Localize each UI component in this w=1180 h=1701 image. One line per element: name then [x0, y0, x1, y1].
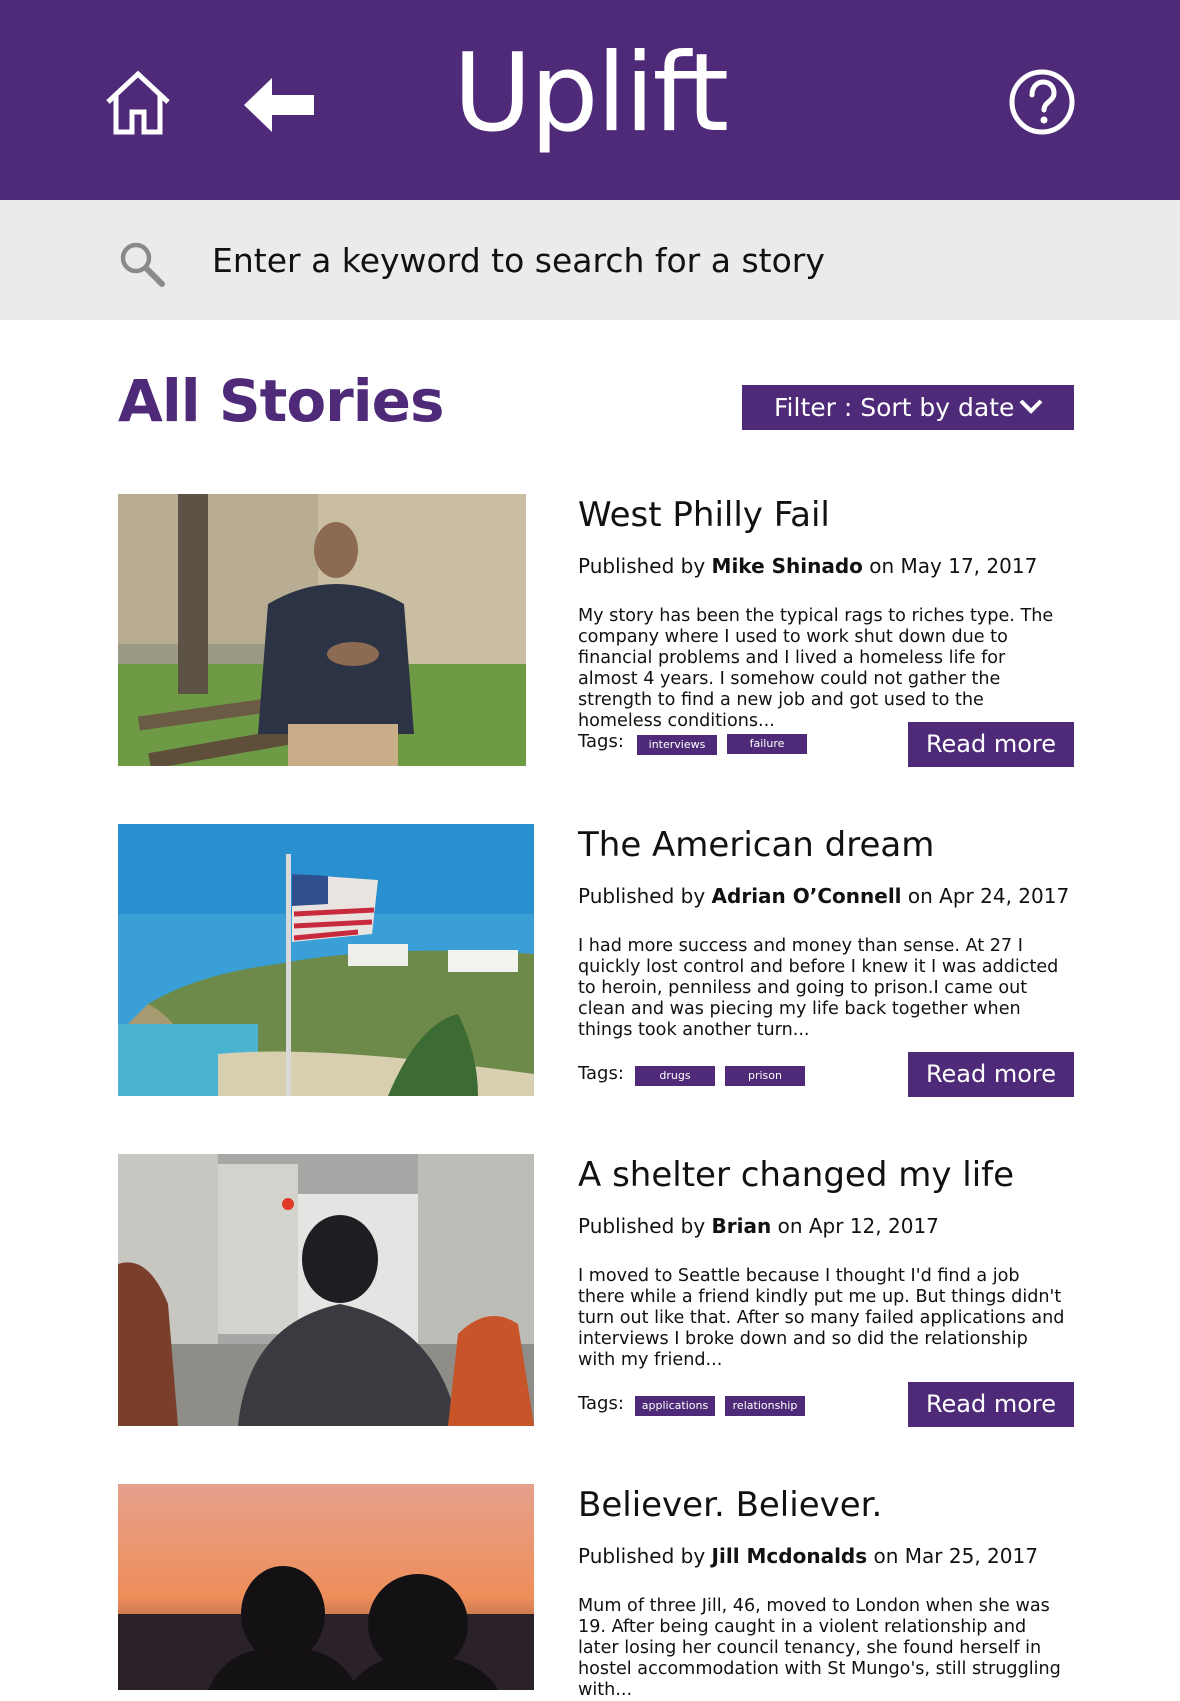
- story-title[interactable]: Believer. Believer.: [578, 1484, 882, 1526]
- story-byline: Published by Jill Mcdonalds on Mar 25, 2…: [578, 1542, 1038, 1570]
- tag-interviews[interactable]: interviews: [637, 735, 717, 755]
- tag-drugs[interactable]: drugs: [635, 1066, 715, 1086]
- story-list: West Philly Fail Published by Mike Shina…: [0, 0, 1180, 1700]
- story-card: A shelter changed my life Published by B…: [0, 1154, 1180, 1434]
- read-more-button[interactable]: Read more: [908, 722, 1074, 767]
- story-author[interactable]: Adrian O’Connell: [712, 884, 902, 908]
- story-author[interactable]: Brian: [712, 1214, 772, 1238]
- read-more-button[interactable]: Read more: [908, 1052, 1074, 1097]
- story-author[interactable]: Jill Mcdonalds: [712, 1544, 868, 1568]
- story-date: on Mar 25, 2017: [873, 1544, 1038, 1568]
- story-title[interactable]: A shelter changed my life: [578, 1154, 1014, 1196]
- story-excerpt: Mum of three Jill, 46, moved to London w…: [578, 1596, 1061, 1700]
- story-excerpt: I had more success and money than sense.…: [578, 936, 1059, 1040]
- story-byline: Published by Mike Shinado on May 17, 201…: [578, 552, 1037, 580]
- tags-label: Tags:: [578, 1063, 624, 1084]
- story-author[interactable]: Mike Shinado: [712, 554, 863, 578]
- published-by-label: Published by: [578, 554, 712, 578]
- story-title[interactable]: The American dream: [578, 824, 934, 866]
- tag-relationship[interactable]: relationship: [725, 1396, 805, 1416]
- story-image[interactable]: [118, 494, 526, 766]
- tag-prison[interactable]: prison: [725, 1066, 805, 1086]
- story-card: West Philly Fail Published by Mike Shina…: [0, 494, 1180, 774]
- read-more-button[interactable]: Read more: [908, 1382, 1074, 1427]
- story-image[interactable]: [118, 1484, 534, 1690]
- published-by-label: Published by: [578, 1544, 712, 1568]
- story-card: The American dream Published by Adrian O…: [0, 824, 1180, 1104]
- story-date: on Apr 12, 2017: [777, 1214, 939, 1238]
- story-title[interactable]: West Philly Fail: [578, 494, 830, 536]
- story-date: on Apr 24, 2017: [907, 884, 1070, 908]
- story-card: Believer. Believer. Published by Jill Mc…: [0, 1484, 1180, 1700]
- tag-applications[interactable]: applications: [635, 1396, 715, 1416]
- tag-failure[interactable]: failure: [727, 734, 807, 754]
- story-image[interactable]: [118, 1154, 534, 1426]
- tags-label: Tags:: [578, 731, 624, 752]
- published-by-label: Published by: [578, 1214, 712, 1238]
- story-excerpt: My story has been the typical rags to ri…: [578, 606, 1054, 731]
- story-byline: Published by Brian on Apr 12, 2017: [578, 1212, 939, 1240]
- story-date: on May 17, 2017: [869, 554, 1038, 578]
- published-by-label: Published by: [578, 884, 712, 908]
- tags-label: Tags:: [578, 1393, 624, 1414]
- story-excerpt: I moved to Seattle because I thought I'd…: [578, 1266, 1065, 1370]
- story-image[interactable]: [118, 824, 534, 1096]
- story-byline: Published by Adrian O’Connell on Apr 24,…: [578, 882, 1069, 910]
